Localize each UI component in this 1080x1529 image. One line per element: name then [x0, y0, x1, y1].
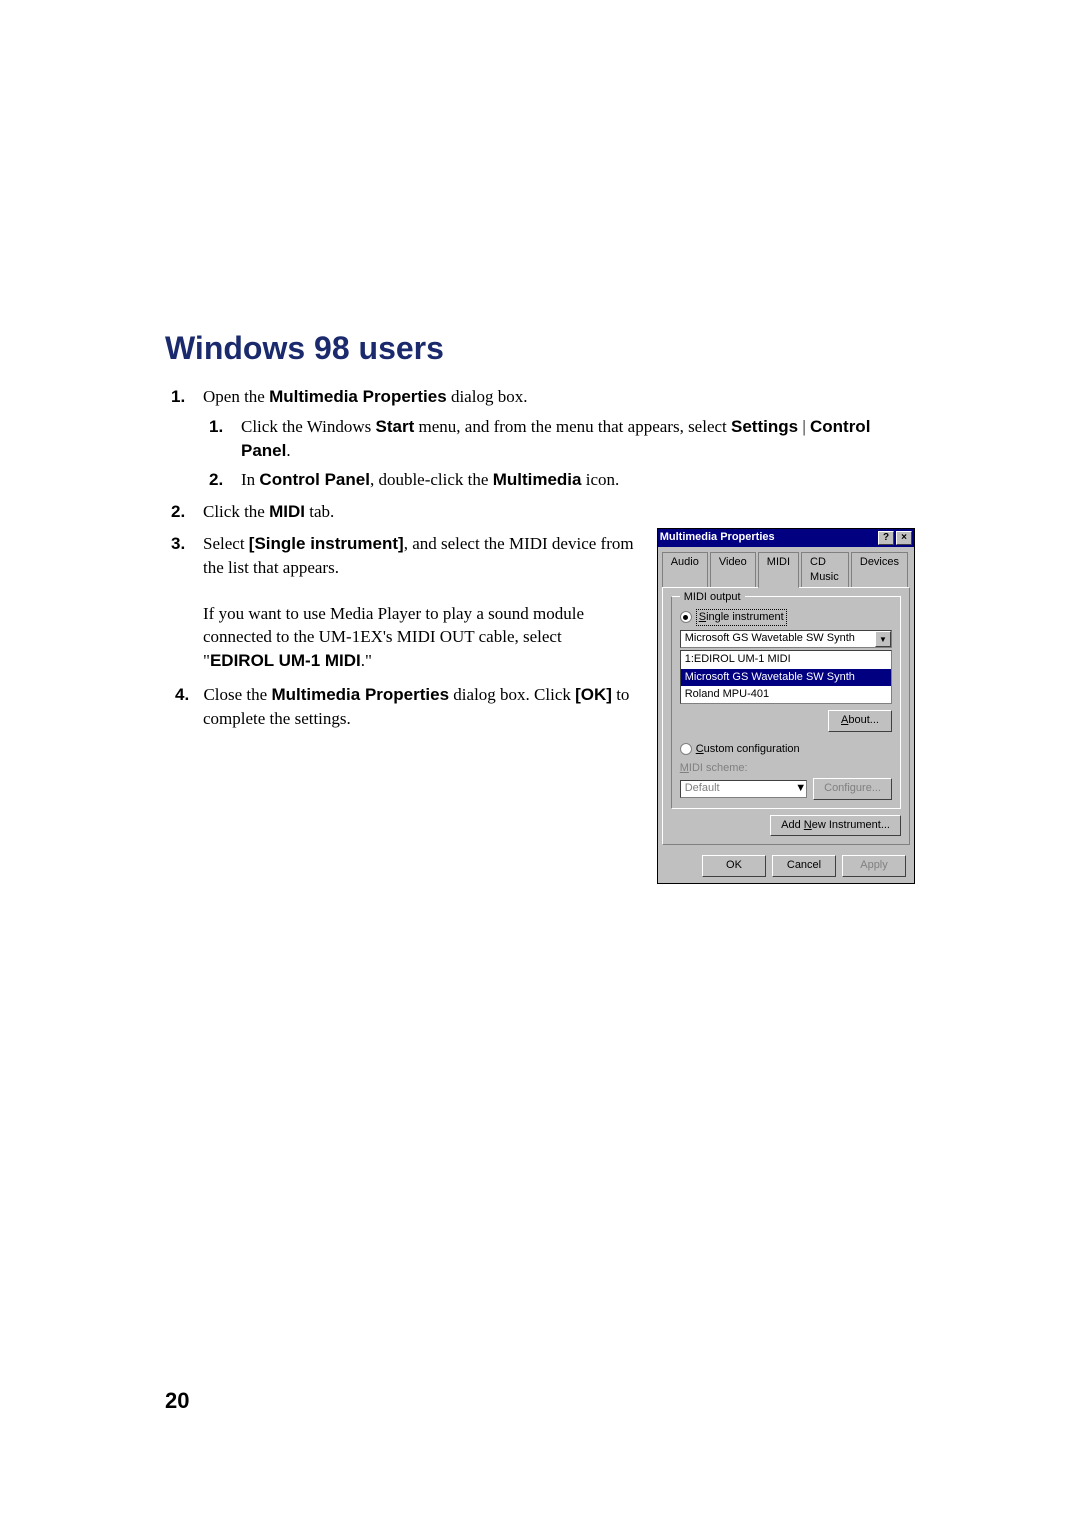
- bold: MIDI: [269, 502, 305, 521]
- sub-list: Click the Windows Start menu, and from t…: [203, 415, 915, 492]
- close-button[interactable]: ×: [896, 531, 912, 545]
- bold: Start: [376, 417, 415, 436]
- list-item[interactable]: Roland MPU-401: [681, 686, 891, 703]
- step-2: Click the MIDI tab.: [193, 500, 915, 524]
- midi-output-group: Single instrument Microsoft GS Wavetable…: [671, 596, 901, 809]
- cancel-button[interactable]: Cancel: [772, 855, 836, 876]
- titlebar[interactable]: Multimedia Properties ? ×: [658, 529, 914, 547]
- instrument-combo[interactable]: Microsoft GS Wavetable SW Synth ▼: [680, 630, 892, 648]
- bold: Settings: [731, 417, 798, 436]
- ok-button[interactable]: OK: [702, 855, 766, 876]
- single-instrument-radio[interactable]: Single instrument: [680, 609, 892, 626]
- radio-icon: [680, 611, 692, 623]
- combo-value: Microsoft GS Wavetable SW Synth: [681, 631, 875, 646]
- bold: Multimedia Properties: [271, 685, 449, 704]
- chevron-down-icon: ▼: [795, 781, 806, 796]
- step-text: dialog box.: [447, 387, 528, 406]
- list-item[interactable]: 1:EDIROL UM-1 MIDI: [681, 651, 891, 668]
- t: In: [241, 470, 259, 489]
- t: tab.: [305, 502, 334, 521]
- t: icon.: [581, 470, 619, 489]
- midi-tab-content: Single instrument Microsoft GS Wavetable…: [662, 587, 910, 845]
- bold: Multimedia: [493, 470, 582, 489]
- step-text: Open the: [203, 387, 269, 406]
- list-item[interactable]: Microsoft GS Wavetable SW Synth: [681, 669, 891, 686]
- dialog-button-row: OK Cancel Apply: [658, 849, 914, 882]
- about-button[interactable]: About...: [828, 710, 892, 731]
- scheme-combo: Default ▼: [680, 780, 807, 798]
- scheme-value: Default: [681, 781, 796, 796]
- page-number: 20: [165, 1388, 189, 1414]
- section-heading: Windows 98 users: [165, 330, 915, 367]
- tab-devices[interactable]: Devices: [851, 552, 908, 588]
- dialog-title: Multimedia Properties: [660, 530, 775, 545]
- step-4-num: 4.: [175, 685, 189, 704]
- step-4-inline: 4. Close the Multimedia Properties dialo…: [203, 683, 637, 731]
- t: Close the: [203, 685, 271, 704]
- configure-button: Configure...: [813, 778, 892, 799]
- tab-strip: Audio Video MIDI CD Music Devices: [658, 547, 914, 587]
- t: , double-click the: [370, 470, 493, 489]
- chevron-down-icon: ▼: [875, 631, 891, 647]
- radio-label: Custom configuration: [696, 742, 800, 757]
- t: dialog box. Click: [449, 685, 575, 704]
- midi-scheme-label: MIDI scheme:: [680, 761, 892, 776]
- step-3-text: Select [Single instrument], and select t…: [203, 532, 637, 731]
- t: |: [798, 417, 810, 436]
- bold: Multimedia Properties: [269, 387, 447, 406]
- step-3: Select [Single instrument], and select t…: [193, 532, 915, 884]
- instrument-listbox[interactable]: 1:EDIROL UM-1 MIDI Microsoft GS Wavetabl…: [680, 650, 892, 704]
- t: Select: [203, 534, 249, 553]
- t: .": [361, 651, 372, 670]
- radio-icon: [680, 743, 692, 755]
- radio-label: Single instrument: [696, 609, 787, 626]
- custom-config-radio[interactable]: Custom configuration: [680, 742, 892, 757]
- t: menu, and from the menu that appears, se…: [414, 417, 731, 436]
- bold: Control Panel: [259, 470, 370, 489]
- bold: EDIROL UM-1 MIDI: [210, 651, 361, 670]
- step-1: Open the Multimedia Properties dialog bo…: [193, 385, 915, 492]
- manual-page: Windows 98 users Open the Multimedia Pro…: [0, 0, 1080, 1529]
- tab-cd-music[interactable]: CD Music: [801, 552, 849, 588]
- tab-midi[interactable]: MIDI: [758, 552, 799, 588]
- apply-button: Apply: [842, 855, 906, 876]
- tab-video[interactable]: Video: [710, 552, 756, 588]
- t: Click the Windows: [241, 417, 376, 436]
- sub-step-2: In Control Panel, double-click the Multi…: [231, 468, 915, 492]
- t: Click the: [203, 502, 269, 521]
- add-new-instrument-button[interactable]: Add New Instrument...: [770, 815, 901, 836]
- tab-audio[interactable]: Audio: [662, 552, 708, 588]
- help-button[interactable]: ?: [878, 531, 894, 545]
- bold: [Single instrument]: [249, 534, 404, 553]
- sub-step-1: Click the Windows Start menu, and from t…: [231, 415, 915, 463]
- t: .: [286, 441, 290, 460]
- bold: [OK]: [575, 685, 612, 704]
- multimedia-properties-dialog: Multimedia Properties ? × Audio Video MI…: [657, 528, 915, 884]
- instruction-list: Open the Multimedia Properties dialog bo…: [165, 385, 915, 884]
